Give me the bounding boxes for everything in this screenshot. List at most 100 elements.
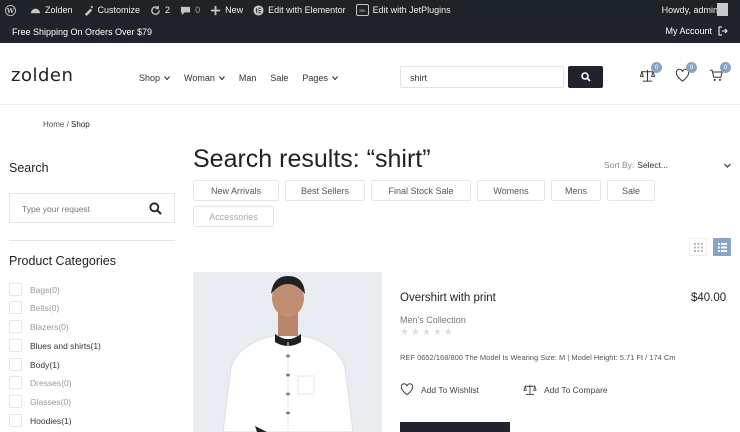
search-icon <box>580 72 591 82</box>
filter-chip-accessories[interactable]: Accessories <box>193 206 274 227</box>
nav-item-woman[interactable]: Woman <box>184 73 225 83</box>
sidebar-search-input[interactable]: Type your request <box>9 193 175 223</box>
cart-button[interactable]: 0 <box>709 62 731 84</box>
add-to-cart-button[interactable] <box>400 422 510 432</box>
grid-view-button[interactable] <box>689 238 707 256</box>
filter-chip-final-stock-sale[interactable]: Final Stock Sale <box>371 180 471 201</box>
category-item-body[interactable]: Body (1) <box>9 358 60 371</box>
breadcrumb-separator: / <box>66 120 69 129</box>
add-to-compare-label: Add To Compare <box>544 384 608 395</box>
search-icon[interactable] <box>149 202 162 215</box>
category-label: Glasses <box>30 396 61 407</box>
edit-with-elementor-link[interactable]: Edit with Elementor <box>248 0 351 20</box>
category-count: (0) <box>58 321 69 332</box>
category-item-belts[interactable]: Belts (0) <box>9 301 59 314</box>
site-logo[interactable]: zolden <box>11 65 73 86</box>
header-search-input[interactable]: shirt <box>400 66 564 88</box>
category-count: (1) <box>61 415 72 426</box>
category-label: Dresses <box>30 377 62 388</box>
sidebar-search-title: Search <box>9 161 49 175</box>
product-image[interactable] <box>193 272 382 432</box>
sort-by-select[interactable]: Sort By: Select... <box>604 160 731 170</box>
filter-chip-new-arrivals[interactable]: New Arrivals <box>193 180 279 201</box>
product-name[interactable]: Overshirt with print <box>400 292 496 304</box>
sidebar-search-placeholder: Type your request <box>22 204 91 214</box>
plus-icon <box>210 5 221 15</box>
filter-chip-best-sellers[interactable]: Best Sellers <box>285 180 365 201</box>
category-item-blazers[interactable]: Blazers (0) <box>9 320 69 333</box>
category-count: (0) <box>48 302 60 313</box>
brush-icon <box>84 5 93 16</box>
category-count: (1) <box>90 340 101 351</box>
elementor-icon <box>253 4 264 16</box>
category-checkbox[interactable] <box>9 414 22 427</box>
sidebar-divider <box>9 240 175 241</box>
star-icon: ★ <box>432 327 442 338</box>
search-results-title: Search results: “shirt” <box>193 145 431 173</box>
header-search-button[interactable] <box>568 66 603 88</box>
product-description: REF 0652/168/800 The Model Is Wearing Si… <box>400 353 676 362</box>
list-view-button[interactable] <box>713 238 731 256</box>
category-item-dresses[interactable]: Dresses (0) <box>9 376 72 389</box>
category-item-blues-and-shirts[interactable]: Blues and shirts (1) <box>9 339 101 352</box>
category-count: (1) <box>49 359 60 370</box>
admin-comments-link[interactable]: 0 <box>175 0 205 20</box>
wordpress-logo-icon[interactable]: W <box>0 0 25 20</box>
filter-chip-mens[interactable]: Mens <box>551 180 601 201</box>
nav-item-man[interactable]: Man <box>239 73 257 83</box>
filter-chip-womens[interactable]: Womens <box>477 180 545 201</box>
list-icon <box>717 242 727 252</box>
breadcrumb: Home / Shop <box>43 120 90 129</box>
admin-avatar <box>717 3 728 16</box>
nav-label: Sale <box>270 73 289 83</box>
filter-chip-sale[interactable]: Sale <box>607 180 655 201</box>
admin-new-link[interactable]: New <box>205 0 248 20</box>
my-account-label: My Account <box>665 26 712 36</box>
category-checkbox[interactable] <box>9 376 22 389</box>
home-gauge-icon <box>30 8 41 13</box>
category-checkbox[interactable] <box>9 283 22 296</box>
category-checkbox[interactable] <box>9 358 22 371</box>
nav-item-sale[interactable]: Sale <box>270 73 288 83</box>
heart-icon <box>400 383 414 396</box>
nav-item-pages[interactable]: Pages <box>302 73 338 83</box>
nav-label: Man <box>238 73 257 83</box>
edit-with-jetplugins-link[interactable]: JBK Edit with JetPlugins <box>351 0 456 20</box>
compare-button[interactable]: 0 <box>639 62 662 84</box>
logout-icon <box>718 26 728 36</box>
admin-updates-link[interactable]: 2 <box>145 0 175 20</box>
category-checkbox[interactable] <box>9 339 22 352</box>
howdy-label: Howdy, admin <box>661 5 718 15</box>
category-checkbox[interactable] <box>9 395 22 408</box>
category-checkbox[interactable] <box>9 320 22 333</box>
add-to-wishlist-button[interactable]: Add To Wishlist <box>400 383 479 396</box>
customize-label: Customize <box>97 5 141 15</box>
category-label: Hoodies <box>30 415 62 426</box>
category-item-glasses[interactable]: Glasses (0) <box>9 395 71 408</box>
admin-site-link[interactable]: Zolden <box>25 0 78 20</box>
free-shipping-text: Free Shipping On Orders Over $79 <box>12 27 153 37</box>
jetplugins-icon: JBK <box>355 4 369 16</box>
model-in-white-shirt-image <box>193 272 382 432</box>
breadcrumb-home[interactable]: Home <box>43 120 64 129</box>
category-label: Blazers <box>30 321 59 332</box>
sort-by-label: Sort By: <box>604 160 635 170</box>
elementor-label: Edit with Elementor <box>268 5 346 15</box>
admin-account-menu[interactable]: Howdy, admin <box>657 0 740 20</box>
scales-icon <box>523 384 537 395</box>
add-to-compare-button[interactable]: Add To Compare <box>523 383 608 396</box>
category-label: Belts <box>30 302 49 313</box>
site-name: Zolden <box>45 5 73 15</box>
nav-item-shop[interactable]: Shop <box>139 73 170 83</box>
jetplugins-label: Edit with JetPlugins <box>372 5 451 15</box>
wishlist-button[interactable]: 0 <box>675 62 697 84</box>
category-item-hoodies[interactable]: Hoodies (1) <box>9 414 72 427</box>
updates-icon <box>151 5 160 15</box>
wishlist-count-badge: 0 <box>686 62 697 73</box>
nav-label: Pages <box>302 73 328 83</box>
my-account-link[interactable]: My Account <box>665 26 728 36</box>
category-checkbox[interactable] <box>9 301 22 314</box>
category-label: Bags <box>30 284 50 295</box>
admin-customize-link[interactable]: Customize <box>78 0 146 20</box>
category-item-bags[interactable]: Bags (0) <box>9 283 60 296</box>
